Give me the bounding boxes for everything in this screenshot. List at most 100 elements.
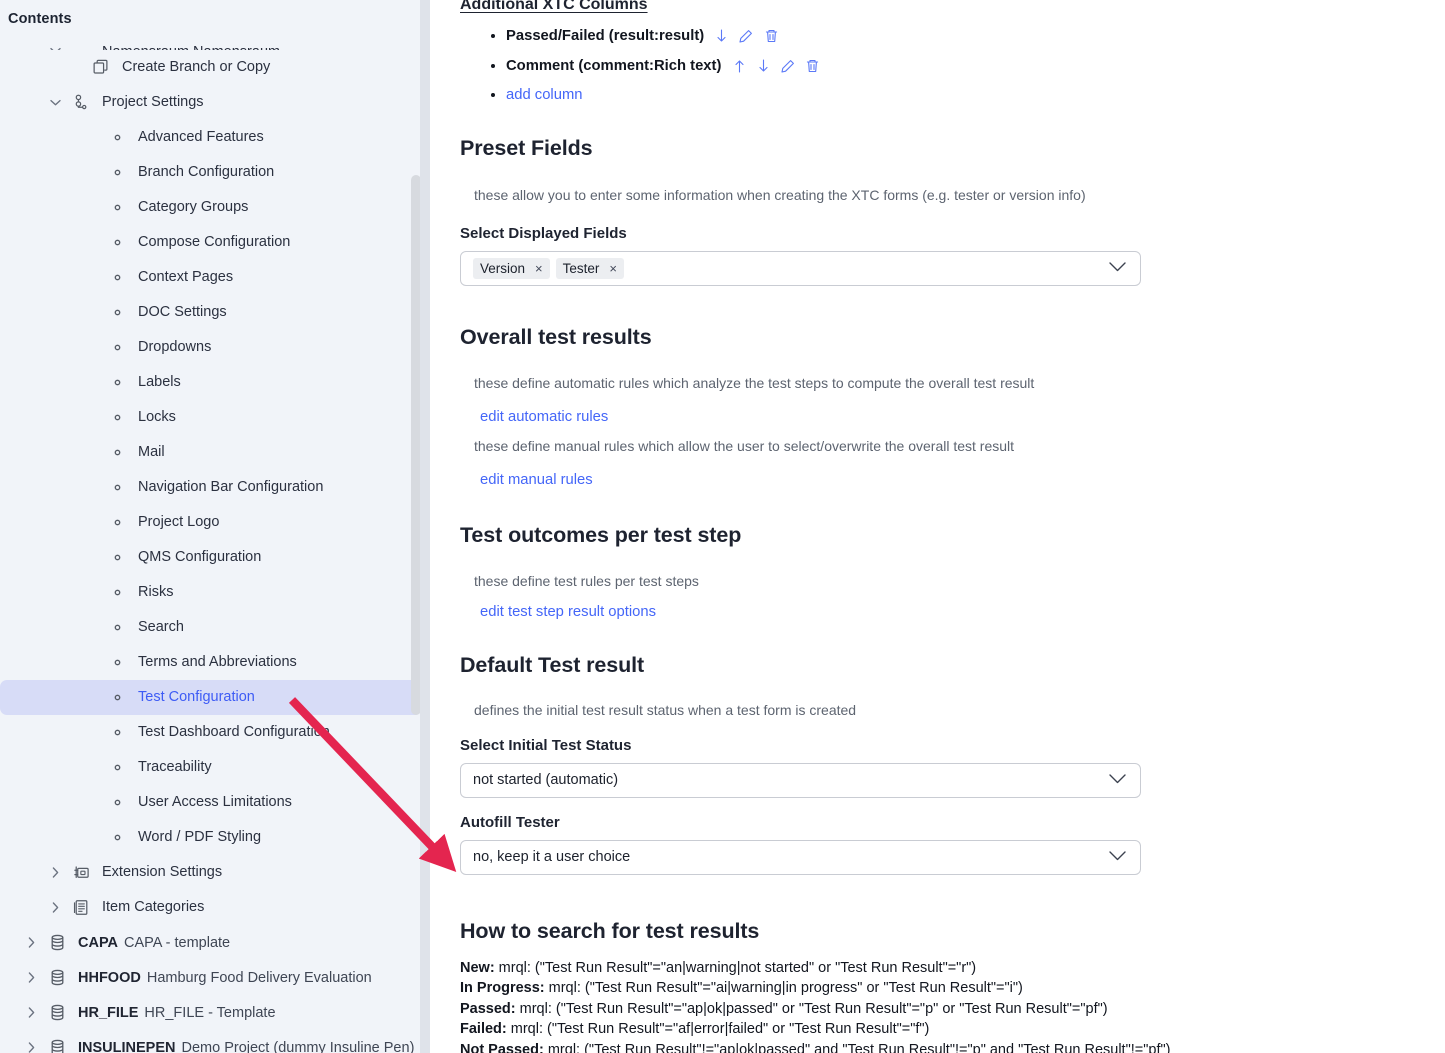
- sidebar-item-label: DOC Settings: [138, 304, 227, 321]
- caret-spacer: [84, 375, 100, 391]
- sidebar-item-test-configuration[interactable]: Test Configuration: [0, 680, 422, 715]
- sidebar-item-dropdowns[interactable]: Dropdowns: [0, 330, 430, 365]
- project-code: HR_FILE: [78, 1004, 139, 1021]
- edit-automatic-rules-link[interactable]: edit automatic rules: [480, 409, 608, 425]
- sidebar-item-project-logo[interactable]: Project Logo: [0, 505, 430, 540]
- edit-pencil-icon[interactable]: [739, 26, 753, 46]
- sidebar-item-label: Extension Settings: [102, 864, 223, 881]
- sidebar-project-capa[interactable]: CAPA CAPA - template: [0, 925, 430, 960]
- sidebar-item-compose-configuration[interactable]: Compose Configuration: [0, 225, 430, 260]
- delete-trash-icon[interactable]: [765, 26, 778, 46]
- caret-spacer: [84, 165, 100, 181]
- project-code: CAPA: [78, 934, 119, 951]
- sidebar-item-doc-settings[interactable]: DOC Settings: [0, 295, 430, 330]
- sidebar-item-context-pages[interactable]: Context Pages: [0, 260, 430, 295]
- project-code: HHFOOD: [78, 969, 141, 986]
- sidebar-item-label: Word / PDF Styling: [138, 829, 262, 846]
- edit-pencil-icon[interactable]: [781, 56, 795, 76]
- gear-icon: [108, 549, 126, 567]
- sidebar-item-labels[interactable]: Labels: [0, 365, 430, 400]
- chevron-right-icon[interactable]: [48, 865, 64, 881]
- field-tag: Tester ×: [555, 257, 624, 279]
- sidebar-item-risks[interactable]: Risks: [0, 575, 430, 610]
- search-help-line: Not Passed: mrql: ("Test Run Result"!="a…: [460, 1040, 1430, 1053]
- search-help-heading: How to search for test results: [460, 918, 760, 943]
- sidebar-item-extension-settings[interactable]: Extension Settings: [0, 855, 430, 890]
- chevron-down-icon[interactable]: [1109, 848, 1126, 866]
- sidebar-item-create-branch-or-copy[interactable]: Create Branch or Copy: [0, 50, 430, 85]
- chevron-down-icon: [72, 41, 90, 50]
- sidebar-project-hr_file[interactable]: HR_FILE HR_FILE - Template: [0, 995, 430, 1030]
- sidebar-item-advanced-features[interactable]: Advanced Features: [0, 120, 430, 155]
- chevron-down-icon[interactable]: [1109, 259, 1126, 277]
- chevron-right-icon[interactable]: [24, 1005, 40, 1021]
- move-down-icon[interactable]: [757, 56, 770, 76]
- sidebar-item-traceability[interactable]: Traceability: [0, 750, 430, 785]
- autofill-tester-dropdown[interactable]: no, keep it a user choice: [460, 839, 1141, 875]
- sidebar-item-test-dashboard-configuration[interactable]: Test Dashboard Configuration: [0, 715, 430, 750]
- search-help-lines: New: mrql: ("Test Run Result"="an|warnin…: [460, 958, 1430, 1053]
- chevron-down-icon[interactable]: [48, 95, 64, 111]
- chevron-right-icon[interactable]: [24, 970, 40, 986]
- sidebar-project-hhfood[interactable]: HHFOOD Hamburg Food Delivery Evaluation: [0, 960, 430, 995]
- sidebar-item-project-settings[interactable]: Project Settings: [0, 85, 430, 120]
- search-help-line-query: mrql: ("Test Run Result"!="ap|ok|passed"…: [543, 1041, 1171, 1053]
- sidebar-item-label: Branch Configuration: [138, 164, 275, 181]
- sidebar-item-navigation-bar-configuration[interactable]: Navigation Bar Configuration: [0, 470, 430, 505]
- add-column-link[interactable]: add column: [506, 87, 583, 103]
- chevron-down-icon[interactable]: [48, 43, 64, 50]
- caret-spacer: [84, 515, 100, 531]
- caret-spacer: [84, 410, 100, 426]
- sidebar-item-label: Context Pages: [138, 269, 234, 286]
- sidebar-item-search[interactable]: Search: [0, 610, 430, 645]
- xtc-column-label: Passed/Failed (result:result): [506, 28, 705, 45]
- delete-trash-icon[interactable]: [806, 56, 819, 76]
- sidebar-item-qms-configuration[interactable]: QMS Configuration: [0, 540, 430, 575]
- sidebar-item-mail[interactable]: Mail: [0, 435, 430, 470]
- search-help-line-key: New:: [460, 959, 495, 976]
- sidebar-item-branch-configuration[interactable]: Branch Configuration: [0, 155, 430, 190]
- database-icon: [48, 934, 66, 952]
- autofill-tester-label: Autofill Tester: [460, 813, 560, 831]
- sidebar-item-label: Mail: [138, 444, 165, 461]
- sidebar-item-label: QMS Configuration: [138, 549, 262, 566]
- search-help-line-key: Failed:: [460, 1021, 507, 1038]
- gear-icon: [108, 619, 126, 637]
- edit-manual-rules-link[interactable]: edit manual rules: [480, 472, 593, 488]
- move-down-icon[interactable]: [715, 26, 728, 46]
- database-icon: [48, 1039, 66, 1053]
- sidebar-item-item-categories[interactable]: Item Categories: [0, 890, 430, 925]
- select-displayed-fields-label: Select Displayed Fields: [460, 224, 627, 242]
- chevron-right-icon[interactable]: [48, 900, 64, 916]
- remove-tag-icon[interactable]: ×: [535, 261, 543, 276]
- sidebar-item-terms-and-abbreviations[interactable]: Terms and Abbreviations: [0, 645, 430, 680]
- chevron-right-icon[interactable]: [24, 935, 40, 951]
- gear-icon: [108, 759, 126, 777]
- search-help-line-key: Not Passed:: [460, 1041, 544, 1053]
- select-initial-test-status-dropdown[interactable]: not started (automatic): [460, 762, 1141, 798]
- edit-test-step-result-options-link[interactable]: edit test step result options: [480, 604, 656, 620]
- caret-spacer: [84, 550, 100, 566]
- sidebar-item-word-pdf-styling[interactable]: Word / PDF Styling: [0, 820, 430, 855]
- chevron-right-icon[interactable]: [24, 1040, 40, 1053]
- select-displayed-fields-input[interactable]: Version × Tester ×: [460, 250, 1141, 286]
- sidebar-item-namensraum-namensraum[interactable]: Namensraum Namensraum: [0, 28, 430, 50]
- remove-tag-icon[interactable]: ×: [609, 261, 617, 276]
- sidebar-item-label: Namensraum Namensraum: [102, 44, 280, 50]
- gear-icon: [108, 584, 126, 602]
- sidebar-item-category-groups[interactable]: Category Groups: [0, 190, 430, 225]
- sidebar-divider: [420, 0, 430, 1053]
- add-column-row: add column: [506, 86, 1430, 106]
- contents-sidebar: Contents Namensraum Namensraum Create Bra…: [0, 0, 430, 1053]
- move-up-icon[interactable]: [733, 56, 746, 76]
- sidebar-project-insulinepen[interactable]: INSULINEPEN Demo Project (dummy Insuline …: [0, 1030, 430, 1053]
- gear-icon: [108, 409, 126, 427]
- sidebar-item-label: User Access Limitations: [138, 794, 292, 811]
- sidebar-item-label: Test Configuration: [138, 689, 255, 706]
- chevron-down-icon[interactable]: [1109, 771, 1126, 789]
- sidebar-item-locks[interactable]: Locks: [0, 400, 430, 435]
- gear-icon: [108, 304, 126, 322]
- additional-xtc-columns-heading: Additional XTC Columns: [460, 0, 648, 13]
- sidebar-item-user-access-limitations[interactable]: User Access Limitations: [0, 785, 430, 820]
- list-document-icon: [72, 899, 90, 917]
